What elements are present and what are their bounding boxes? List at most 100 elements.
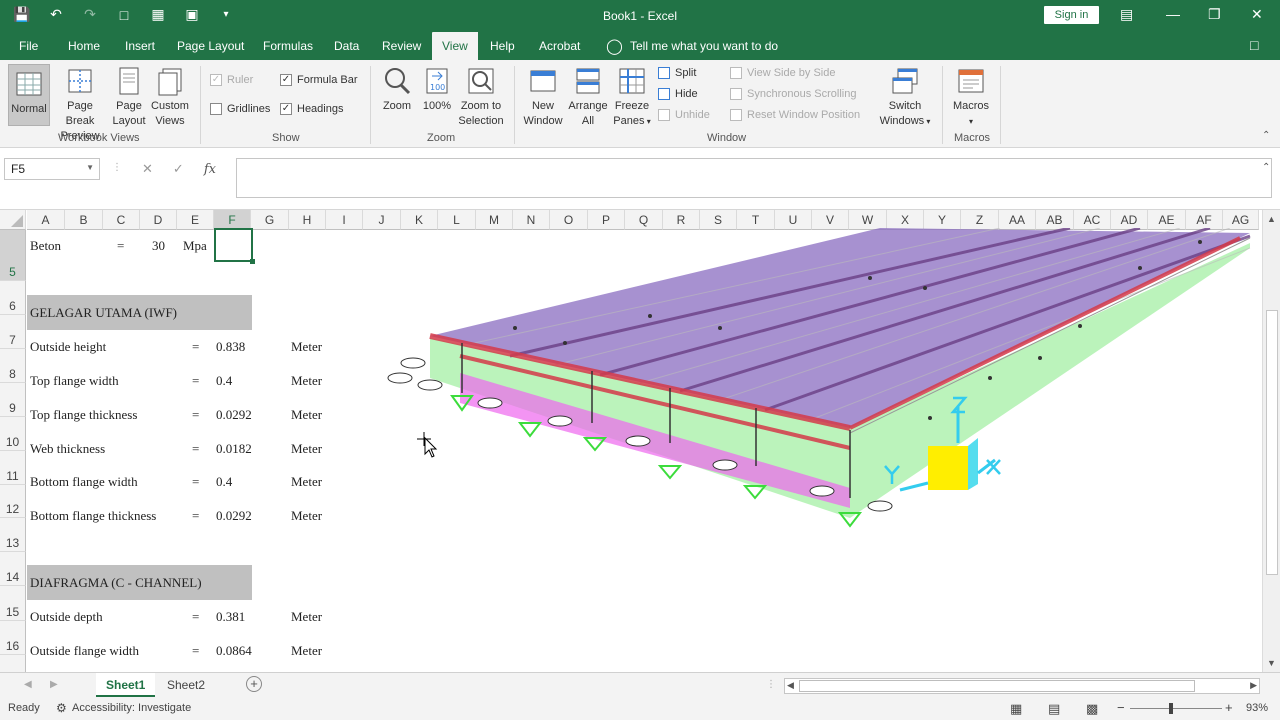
cell-a11[interactable]: Web thickness [30, 441, 105, 457]
minimize-icon[interactable]: — [1166, 6, 1180, 22]
print-preview-icon[interactable]: □ [114, 7, 134, 23]
row-header[interactable]: 10 [0, 417, 26, 451]
cell-a5[interactable]: Beton [30, 238, 61, 254]
gridlines-checkbox[interactable]: Gridlines [210, 103, 270, 115]
accessibility-status[interactable]: Accessibility: Investigate [72, 702, 191, 714]
column-header[interactable]: AE [1148, 210, 1186, 230]
column-header[interactable]: D [140, 210, 177, 230]
view-side-by-side-button[interactable]: View Side by Side [730, 67, 835, 79]
name-box[interactable]: F5 ▼ [4, 158, 100, 180]
close-icon[interactable]: ✕ [1251, 6, 1263, 23]
selected-cell-f5[interactable] [214, 228, 253, 262]
cell-a13[interactable]: Bottom flange thickness [30, 508, 156, 524]
new-window-button[interactable]: New Window [520, 66, 566, 129]
cell-h12[interactable]: Meter [291, 474, 322, 490]
cell-h10[interactable]: Meter [291, 407, 322, 423]
page-layout-button[interactable]: Page Layout [110, 66, 148, 129]
row-header[interactable]: 12 [0, 485, 26, 518]
select-all-corner[interactable] [0, 210, 26, 230]
tab-data[interactable]: Data [334, 39, 359, 53]
tab-splitter-icon[interactable]: ⋮ [766, 679, 776, 690]
column-header[interactable]: K [401, 210, 438, 230]
customize-qat-icon[interactable]: ▾ [216, 9, 236, 20]
reset-window-position-button[interactable]: Reset Window Position [730, 109, 860, 121]
formula-bar-checkbox[interactable]: ✓ Formula Bar [280, 74, 358, 86]
zoom-slider-track[interactable] [1130, 708, 1222, 709]
row-header[interactable]: 6 [0, 281, 26, 315]
column-header[interactable]: A [27, 210, 65, 230]
column-header[interactable]: J [363, 210, 401, 230]
column-header[interactable]: U [775, 210, 812, 230]
column-header[interactable]: H [289, 210, 326, 230]
zoom-to-selection-button[interactable]: Zoom to Selection [456, 66, 506, 129]
cell-c5[interactable]: = [117, 238, 124, 254]
accessibility-icon[interactable]: ⚙ [56, 701, 67, 715]
scroll-right-icon[interactable]: ▶ [1250, 680, 1257, 691]
sheet-tab-sheet2[interactable]: Sheet2 [157, 673, 215, 697]
sheet-tab-sheet1[interactable]: Sheet1 [96, 673, 156, 697]
enter-icon[interactable]: ✓ [173, 161, 184, 177]
cell-e9[interactable]: = [192, 373, 199, 389]
horizontal-scrollbar[interactable]: ◀ ▶ [784, 678, 1260, 694]
column-header[interactable]: N [513, 210, 550, 230]
cell-h13[interactable]: Meter [291, 508, 322, 524]
column-header[interactable]: P [588, 210, 625, 230]
cell-e11[interactable]: = [192, 441, 199, 457]
cell-f16[interactable]: 0.381 [216, 609, 245, 625]
column-header[interactable]: AC [1074, 210, 1111, 230]
zoom-in-icon[interactable]: + [1225, 700, 1233, 715]
tab-view[interactable]: View [432, 32, 478, 60]
cell-h17[interactable]: Meter [291, 643, 322, 659]
row-header[interactable]: 8 [0, 349, 26, 383]
drag-handle-icon[interactable]: ⋮ [112, 162, 122, 173]
cell-a17[interactable]: Outside flange width [30, 643, 139, 659]
add-sheet-icon[interactable]: + [246, 676, 262, 692]
tell-me-search[interactable]: Tell me what you want to do [630, 39, 778, 53]
synchronous-scrolling-button[interactable]: Synchronous Scrolling [730, 88, 856, 100]
cell-e12[interactable]: = [192, 474, 199, 490]
cell-f12[interactable]: 0.4 [216, 474, 232, 490]
column-header[interactable]: R [663, 210, 700, 230]
switch-windows-button[interactable]: Switch Windows ▾ [874, 66, 936, 129]
cell-e13[interactable]: = [192, 508, 199, 524]
zoom-100-button[interactable]: 100 100% [420, 66, 454, 114]
tab-review[interactable]: Review [382, 39, 421, 53]
zoom-slider-thumb[interactable] [1169, 703, 1173, 714]
insert-function-icon[interactable]: fx [204, 162, 216, 177]
column-header[interactable]: T [737, 210, 775, 230]
row-header[interactable]: 13 [0, 518, 26, 552]
cell-h11[interactable]: Meter [291, 441, 322, 457]
restore-icon[interactable]: ❐ [1208, 6, 1221, 23]
column-header[interactable]: X [887, 210, 924, 230]
tab-insert[interactable]: Insert [125, 39, 155, 53]
page-layout-status-icon[interactable]: ▤ [1048, 701, 1060, 717]
column-header[interactable]: W [849, 210, 887, 230]
next-sheet-icon[interactable]: ▶ [50, 679, 58, 690]
save-icon[interactable]: 💾 [12, 6, 32, 23]
cell-f11[interactable]: 0.0182 [216, 441, 252, 457]
unhide-button[interactable]: Unhide [658, 109, 710, 121]
collapse-ribbon-icon[interactable]: ⌃ [1262, 130, 1270, 141]
normal-view-status-icon[interactable]: ▦ [1010, 701, 1022, 717]
row-header[interactable]: 7 [0, 315, 26, 349]
scroll-left-icon[interactable]: ◀ [787, 680, 794, 691]
scroll-up-icon[interactable]: ▲ [1267, 214, 1276, 224]
cell-a15[interactable]: DIAFRAGMA (C - CHANNEL) [30, 575, 202, 591]
worksheet-grid[interactable]: A B C D E F G H I J K L M N O P Q R S T U V W X Y Z AA AB AC AD AE AF AG… [0, 210, 1262, 672]
cell-e17[interactable]: = [192, 643, 199, 659]
cell-a7[interactable]: GELAGAR UTAMA (IWF) [30, 305, 177, 321]
vertical-scrollbar[interactable]: ▲ ▼ [1262, 210, 1280, 672]
cell-e8[interactable]: = [192, 339, 199, 355]
column-header[interactable]: L [438, 210, 476, 230]
column-header[interactable]: Q [625, 210, 663, 230]
prev-sheet-icon[interactable]: ◀ [24, 679, 32, 690]
cell-a10[interactable]: Top flange thickness [30, 407, 137, 423]
zoom-out-icon[interactable]: − [1117, 700, 1125, 715]
tab-help[interactable]: Help [490, 39, 515, 53]
freeze-panes-button[interactable]: Freeze Panes ▾ [610, 66, 654, 129]
horizontal-scroll-thumb[interactable] [799, 680, 1195, 692]
form-icon[interactable]: ▦ [148, 6, 168, 23]
row-header[interactable]: 17 [0, 655, 26, 672]
zoom-level[interactable]: 93% [1246, 702, 1268, 714]
cell-f13[interactable]: 0.0292 [216, 508, 252, 524]
